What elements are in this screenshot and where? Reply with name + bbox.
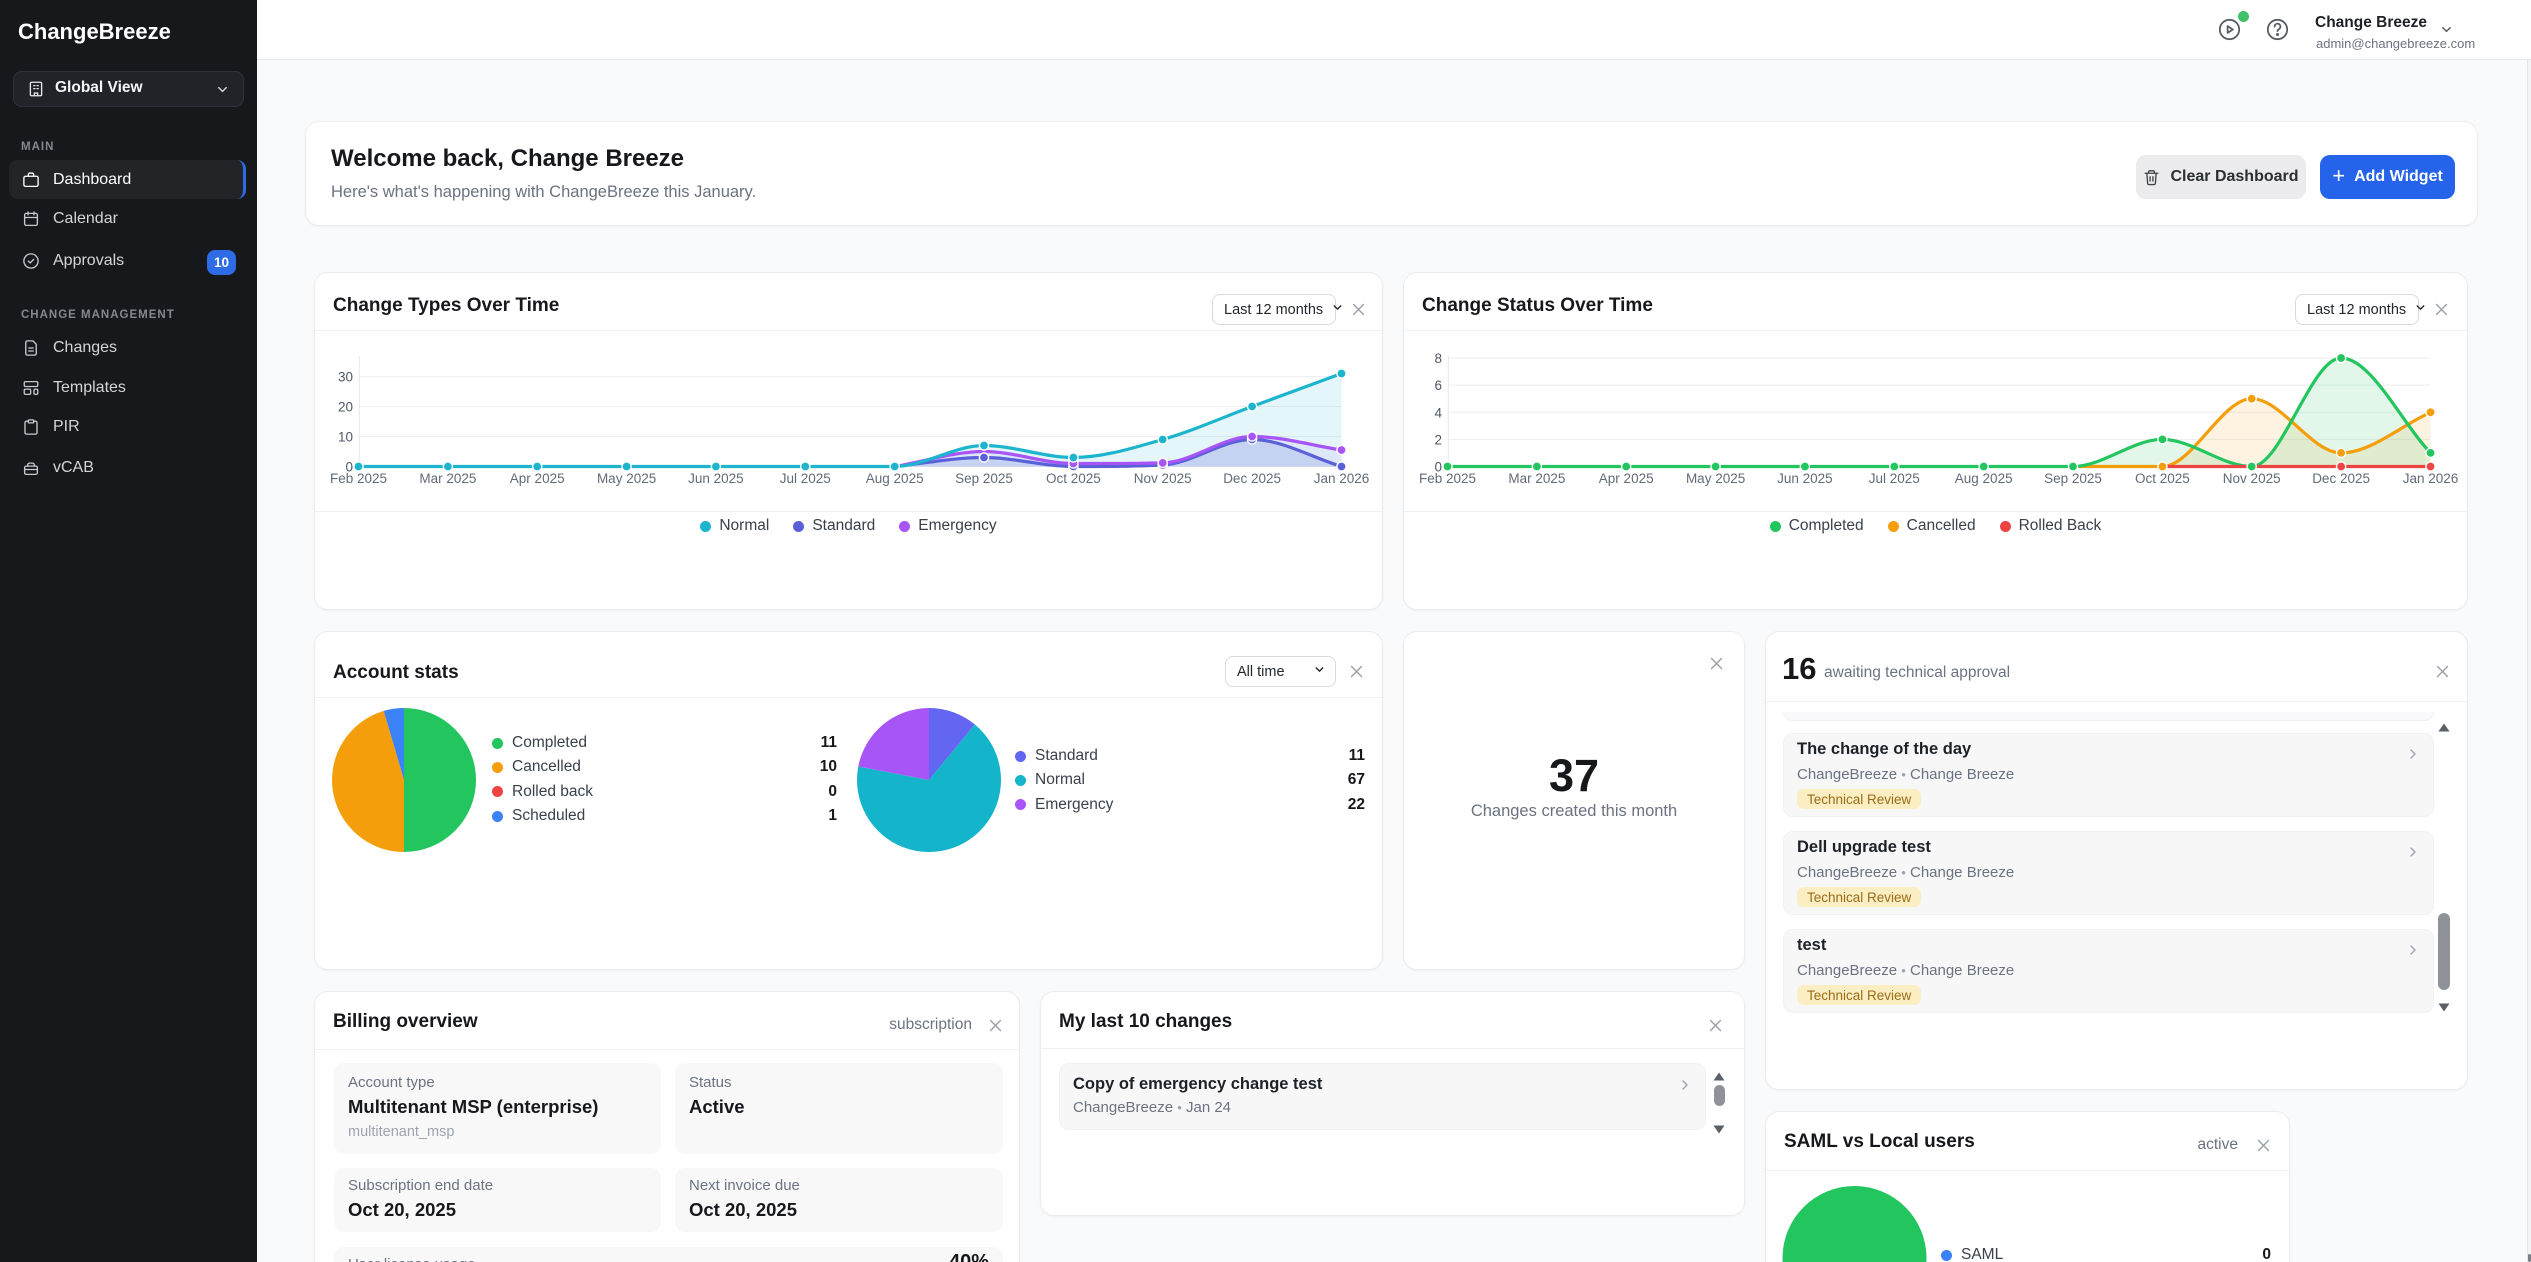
svg-text:Oct 2025: Oct 2025 xyxy=(2135,471,2190,486)
svg-text:Apr 2025: Apr 2025 xyxy=(510,471,565,486)
svg-text:Jan 2026: Jan 2026 xyxy=(2403,471,2459,486)
svg-text:30: 30 xyxy=(338,370,353,385)
svg-text:10: 10 xyxy=(338,430,353,445)
svg-text:Feb 2025: Feb 2025 xyxy=(1419,471,1476,486)
svg-text:Apr 2025: Apr 2025 xyxy=(1599,471,1654,486)
svg-text:6: 6 xyxy=(1434,378,1442,393)
svg-text:20: 20 xyxy=(338,400,353,415)
svg-text:Aug 2025: Aug 2025 xyxy=(866,471,924,486)
svg-text:4: 4 xyxy=(1434,405,1442,420)
svg-text:Nov 2025: Nov 2025 xyxy=(1134,471,1192,486)
svg-text:Jan 2026: Jan 2026 xyxy=(1314,471,1370,486)
svg-text:Sep 2025: Sep 2025 xyxy=(955,471,1013,486)
svg-text:8: 8 xyxy=(1434,351,1442,366)
svg-text:Jun 2025: Jun 2025 xyxy=(1777,471,1833,486)
svg-text:May 2025: May 2025 xyxy=(597,471,656,486)
svg-text:Jul 2025: Jul 2025 xyxy=(780,471,831,486)
svg-text:Sep 2025: Sep 2025 xyxy=(2044,471,2102,486)
svg-text:Mar 2025: Mar 2025 xyxy=(1508,471,1565,486)
svg-text:Oct 2025: Oct 2025 xyxy=(1046,471,1101,486)
svg-text:Jun 2025: Jun 2025 xyxy=(688,471,744,486)
svg-text:Aug 2025: Aug 2025 xyxy=(1955,471,2013,486)
svg-text:Nov 2025: Nov 2025 xyxy=(2223,471,2281,486)
svg-text:Dec 2025: Dec 2025 xyxy=(2312,471,2370,486)
svg-text:May 2025: May 2025 xyxy=(1686,471,1745,486)
svg-text:Jul 2025: Jul 2025 xyxy=(1869,471,1920,486)
svg-text:Dec 2025: Dec 2025 xyxy=(1223,471,1281,486)
svg-text:2: 2 xyxy=(1434,432,1442,447)
svg-text:Mar 2025: Mar 2025 xyxy=(419,471,476,486)
svg-text:Feb 2025: Feb 2025 xyxy=(330,471,387,486)
